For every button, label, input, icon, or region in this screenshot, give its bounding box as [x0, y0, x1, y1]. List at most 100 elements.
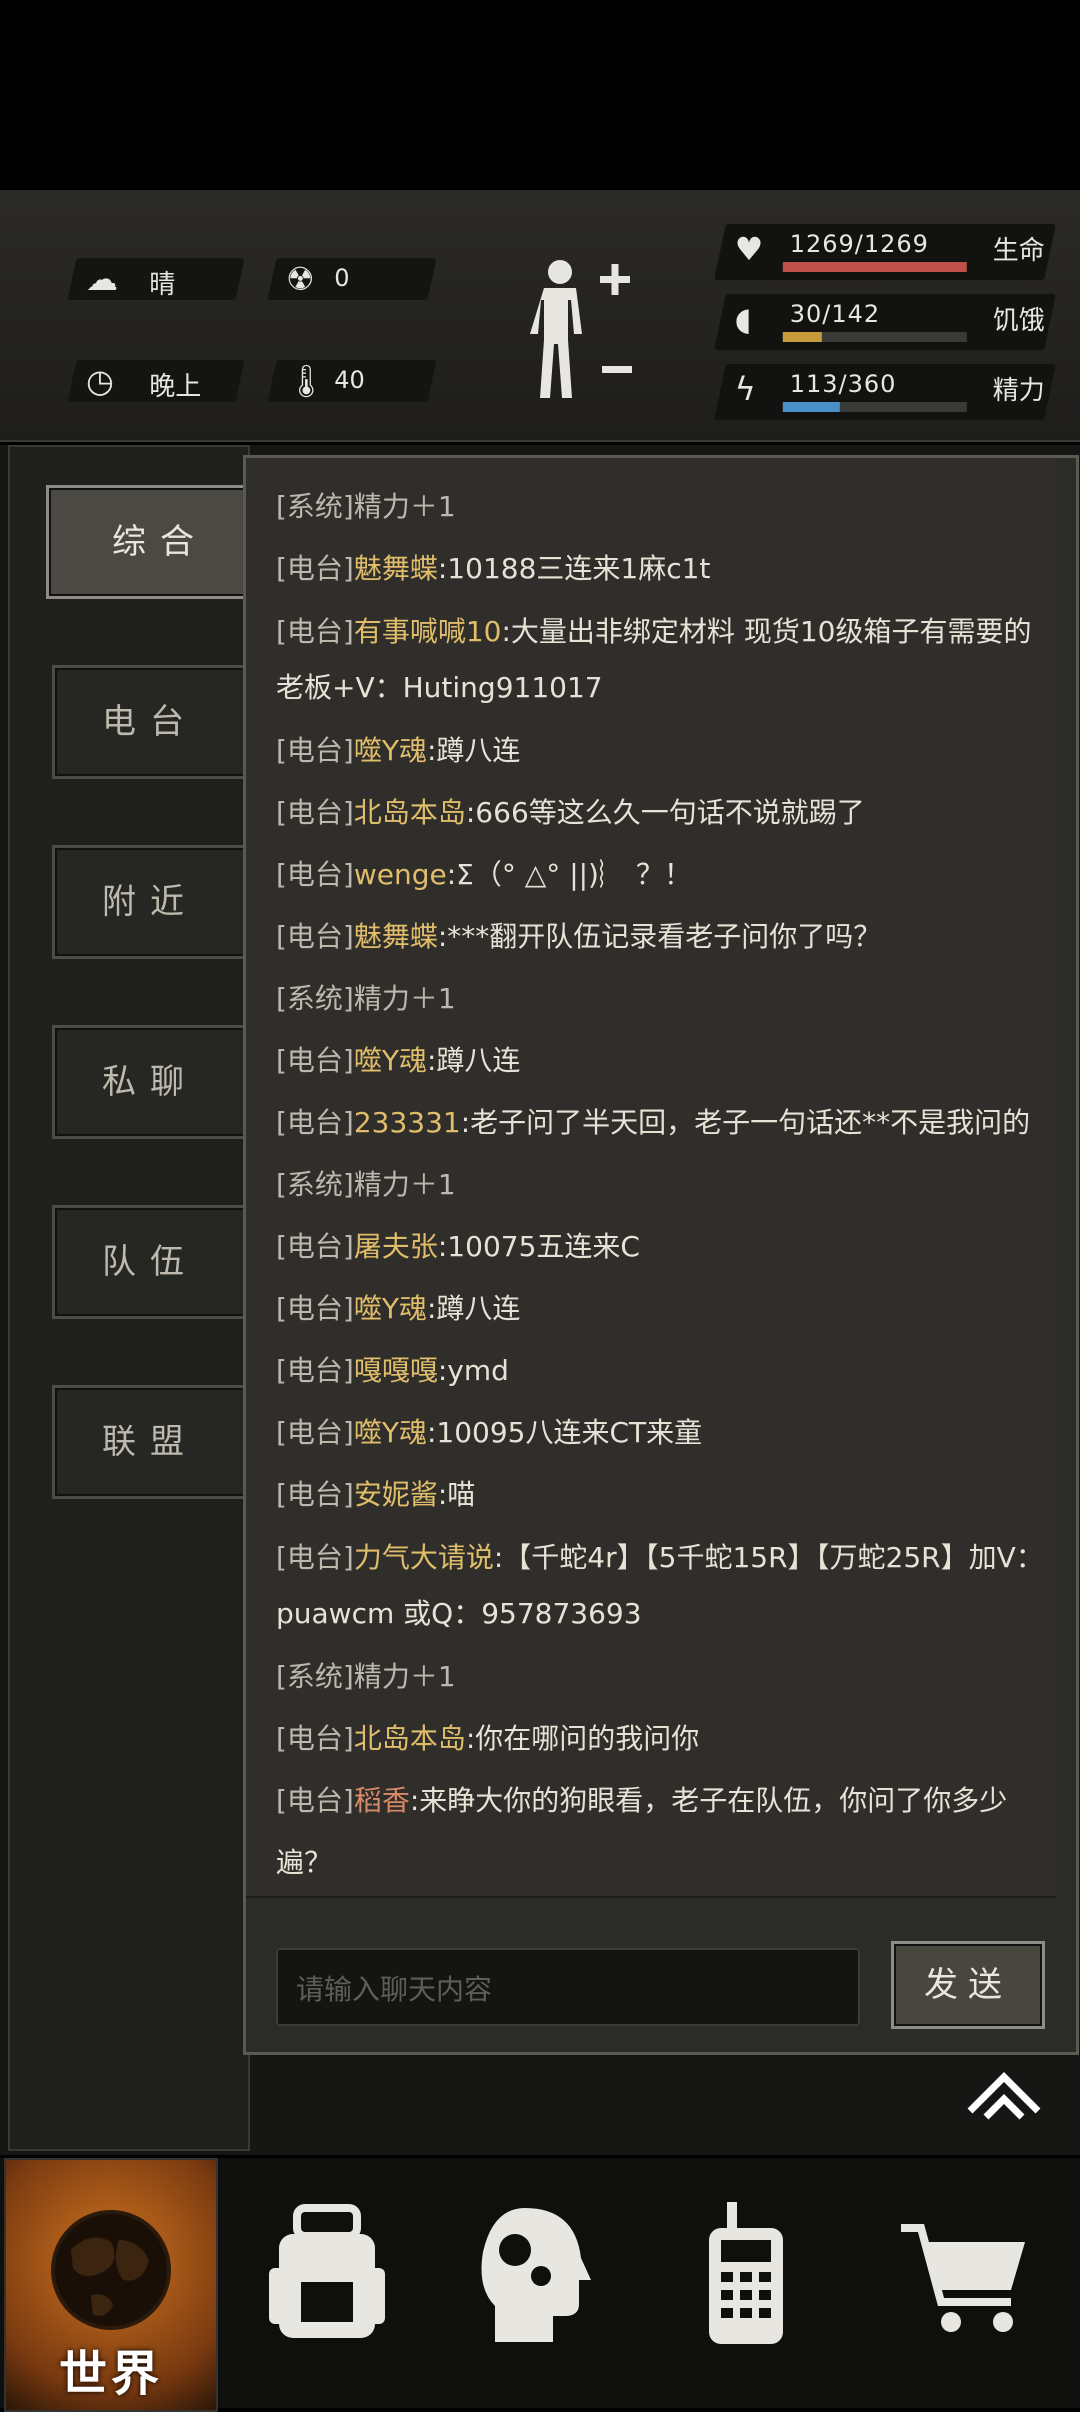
message-text: :***翻开队伍记录看老子问你了吗？ — [437, 920, 882, 953]
message-channel: [电台] — [276, 1354, 354, 1387]
message-sender[interactable]: 噬Y魂 — [354, 734, 427, 767]
chat-message[interactable]: [电台]安妮酱:喵 — [276, 1464, 1056, 1526]
message-text: 精力＋1 — [353, 1660, 456, 1693]
tab-all[interactable]: 综合 — [46, 485, 274, 599]
message-sender[interactable]: 安妮酱 — [354, 1478, 438, 1511]
bottom-nav: 世界 — [0, 2158, 1080, 2412]
message-sender[interactable]: 北岛本岛 — [354, 796, 466, 829]
chat-message[interactable]: [电台]稻香:来睁大你的狗眼看，老子在队伍，你问了你多少遍？ — [276, 1770, 1056, 1894]
message-sender[interactable]: 稻香 — [354, 1784, 410, 1817]
chat-message[interactable]: [电台]wenge:Σ（° △° ||)︴ ？！ — [276, 844, 1056, 906]
message-channel: [电台] — [276, 552, 354, 585]
nav-world[interactable]: 世界 — [4, 2158, 218, 2412]
tab-radio[interactable]: 电台 — [52, 665, 248, 779]
chat-message[interactable]: [系统]精力＋1 — [276, 1646, 1056, 1708]
radiation-value: 0 — [334, 264, 350, 292]
person-body-icon — [530, 260, 582, 398]
energy-label: 精力 — [992, 376, 1045, 406]
message-sender[interactable]: 魅舞蝶 — [354, 920, 438, 953]
message-sender[interactable]: 噬Y魂 — [354, 1044, 427, 1077]
message-sender[interactable]: 233331 — [354, 1106, 461, 1139]
chat-message[interactable]: [系统]精力＋1 — [276, 476, 1056, 538]
plus-minus-icon — [600, 264, 632, 373]
message-channel: [电台] — [276, 1541, 354, 1574]
hunger-bar — [782, 332, 967, 342]
channel-sidebar: 综合 电台 附近 私聊 队伍 联盟 — [8, 445, 274, 2151]
chat-message[interactable]: [电台]233331:老子问了半天回，老子一句话还**不是我问的 — [276, 1092, 1056, 1154]
message-channel: [电台] — [276, 1784, 354, 1817]
chat-message[interactable]: [系统]精力＋1 — [276, 1154, 1056, 1216]
weather-indicator: ☁ 晴 — [67, 258, 245, 300]
message-text: 精力＋1 — [353, 1168, 456, 1201]
body-status-button[interactable] — [520, 250, 640, 410]
message-channel: [电台] — [276, 796, 354, 829]
message-sender[interactable]: 魅舞蝶 — [354, 552, 438, 585]
message-text: 精力＋1 — [353, 982, 456, 1015]
chat-input-placeholder: 请输入聊天内容 — [296, 1973, 493, 2006]
collapse-up-icon[interactable] — [964, 2065, 1044, 2125]
time-indicator: ◷ 晚上 — [67, 360, 245, 402]
chat-message[interactable]: [电台]噬Y魂:蹲八连 — [276, 1030, 1056, 1092]
chat-message[interactable]: [电台]噬Y魂:蹲八连 — [276, 720, 1056, 782]
send-button[interactable]: 发送 — [891, 1941, 1045, 2029]
message-sender[interactable]: 噬Y魂 — [354, 1416, 427, 1449]
hunger-value: 30/142 — [789, 300, 881, 328]
nav-skills[interactable] — [430, 2158, 640, 2408]
message-sender[interactable]: 噬Y魂 — [354, 1292, 427, 1325]
message-sender[interactable]: 北岛本岛 — [354, 1722, 466, 1755]
nav-radio[interactable] — [640, 2158, 850, 2408]
message-list[interactable]: [系统]精力＋1 [电台]魅舞蝶:10188三连来1麻c1t [电台]有事喊喊10:… — [246, 458, 1056, 1898]
heart-icon: ♥ — [734, 230, 764, 268]
chat-message[interactable]: [电台]北岛本岛:你在哪问的我问你 — [276, 1708, 1056, 1770]
partly-cloudy-icon: ☁ — [86, 260, 118, 298]
tab-private[interactable]: 私聊 — [52, 1025, 248, 1139]
message-channel: [电台] — [276, 1230, 354, 1263]
tab-team[interactable]: 队伍 — [52, 1205, 248, 1319]
chat-message[interactable]: [电台]北岛本岛:666等这么久一句话不说就踢了 — [276, 782, 1056, 844]
temperature-value: 40 — [334, 366, 365, 394]
chat-message[interactable]: [电台]力气大请说:【千蛇4r】【5千蛇15R】【万蛇25R】加V：puawcm… — [276, 1530, 1056, 1642]
message-channel: [系统] — [276, 490, 354, 523]
message-channel: [系统] — [276, 1660, 354, 1693]
message-text: :蹲八连 — [426, 1044, 521, 1077]
head-gears-icon — [481, 2208, 591, 2342]
chat-message[interactable]: [电台]魅舞蝶:***翻开队伍记录看老子问你了吗？ — [276, 906, 1056, 968]
walkie-talkie-icon — [709, 2202, 783, 2344]
energy-value: 113/360 — [789, 370, 897, 398]
message-sender[interactable]: 力气大请说 — [354, 1541, 494, 1574]
status-bar-area — [0, 0, 1080, 190]
message-text: :10075五连来C — [437, 1230, 640, 1263]
time-label: 晚上 — [149, 372, 202, 402]
chat-message[interactable]: [电台]嘎嘎嘎:ymd — [276, 1340, 1056, 1402]
message-channel: [电台] — [276, 734, 354, 767]
nav-shop[interactable] — [860, 2158, 1070, 2408]
chat-message[interactable]: [电台]噬Y魂:蹲八连 — [276, 1278, 1056, 1340]
head-bolt-icon: ϟ — [734, 370, 756, 408]
message-sender[interactable]: 屠夫张 — [354, 1230, 438, 1263]
chat-message[interactable]: [电台]噬Y魂:10095八连来CT来童 — [276, 1402, 1056, 1464]
message-text: :10095八连来CT来童 — [426, 1416, 703, 1449]
globe-icon — [51, 2210, 171, 2330]
message-text: :10188三连来1麻c1t — [437, 552, 711, 585]
temperature-indicator: 🌡 40 — [267, 360, 437, 402]
tab-nearby[interactable]: 附近 — [52, 845, 248, 959]
message-channel: [电台] — [276, 615, 354, 648]
chat-message[interactable]: [电台]有事喊喊10:大量出非绑定材料 现货10级箱子有需要的老板+V：Huti… — [276, 604, 1056, 716]
message-channel: [电台] — [276, 1292, 354, 1325]
message-text: :你在哪问的我问你 — [465, 1722, 700, 1755]
message-sender[interactable]: 有事喊喊10 — [354, 615, 502, 648]
message-sender[interactable]: wenge — [354, 858, 447, 891]
chat-message[interactable]: [系统]精力＋1 — [276, 968, 1056, 1030]
nav-backpack[interactable] — [222, 2158, 432, 2408]
chat-message[interactable]: [电台]屠夫张:10075五连来C — [276, 1216, 1056, 1278]
stomach-icon: ◖ — [734, 300, 752, 338]
chat-message[interactable]: [电台]魅舞蝶:10188三连来1麻c1t — [276, 538, 1056, 600]
chat-screen: 综合 电台 附近 私聊 队伍 联盟 [系统]精力＋1 [电台]魅舞蝶:10188三… — [0, 445, 1080, 2155]
message-sender[interactable]: 嘎嘎嘎 — [354, 1354, 438, 1387]
tab-alliance[interactable]: 联盟 — [52, 1385, 248, 1499]
weather-label: 晴 — [149, 270, 176, 300]
nav-world-label: 世界 — [58, 2346, 163, 2402]
message-channel: [电台] — [276, 1106, 354, 1139]
chat-input[interactable]: 请输入聊天内容 — [276, 1948, 860, 2026]
backpack-icon — [269, 2204, 385, 2338]
